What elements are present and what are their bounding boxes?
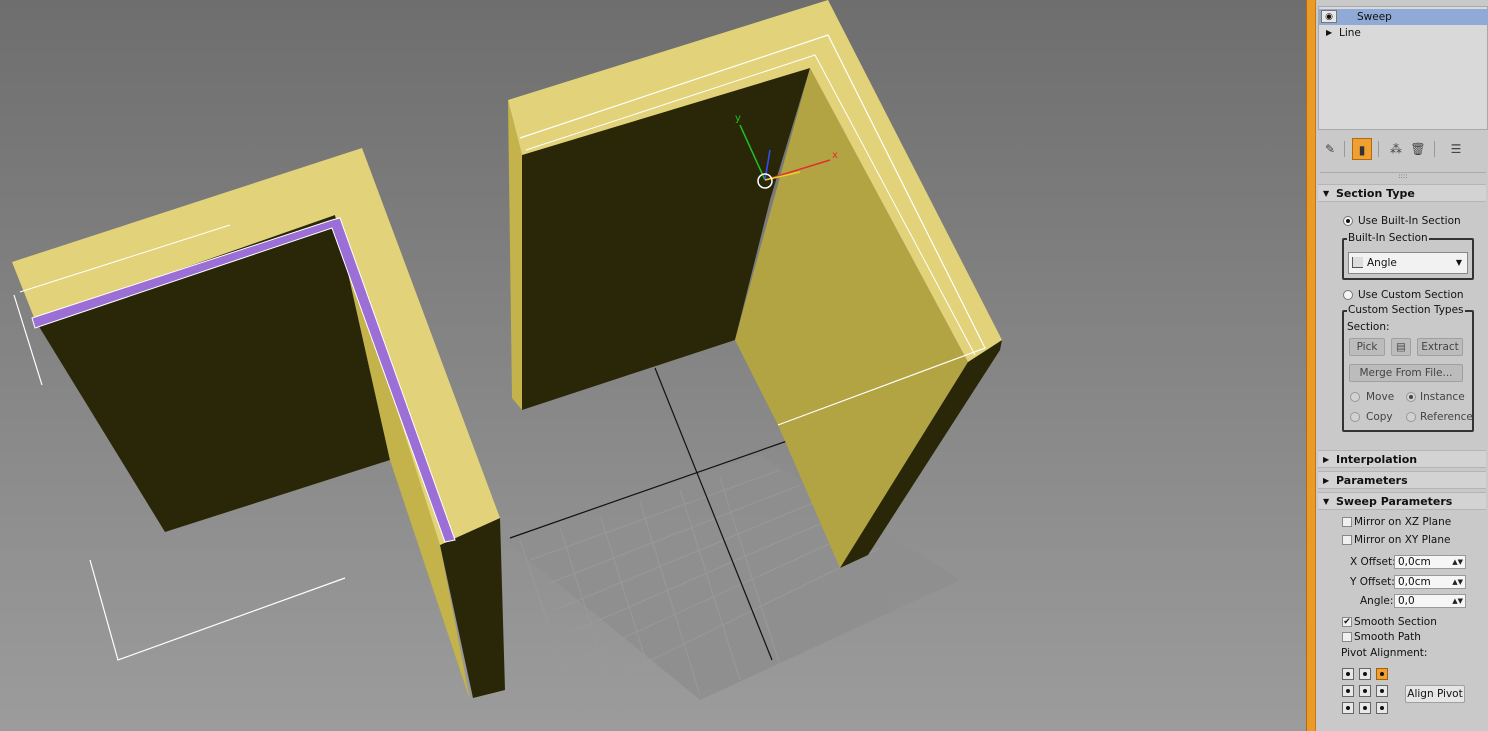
reference-label: Reference [1420, 411, 1473, 423]
reference-radio[interactable] [1406, 412, 1416, 422]
pivot-alignment-label: Pivot Alignment: [1341, 647, 1428, 659]
pick-button[interactable]: Pick [1349, 338, 1385, 356]
panel-grip[interactable]: :::: [1320, 172, 1486, 180]
use-builtin-section-label: Use Built-In Section [1358, 215, 1461, 227]
builtin-section-dropdown[interactable]: Angle ▼ [1348, 252, 1468, 274]
stack-item-line-label: Line [1339, 27, 1361, 39]
make-unique-icon[interactable]: ⁂ [1386, 138, 1406, 160]
align-pivot-button[interactable]: Align Pivot [1405, 685, 1465, 703]
merge-from-file-button[interactable]: Merge From File... [1349, 364, 1463, 382]
left-wall-path-outline-2 [89, 559, 346, 661]
y-offset-value: 0,0cm [1398, 576, 1431, 588]
command-panel: ◉ Sweep ▶ Line ✎ ▮ ⁂ 🗑 ☰ :::: ▼ Section … [1316, 0, 1488, 731]
pivot-bottom-left[interactable] [1342, 702, 1354, 714]
pivot-top-right[interactable] [1376, 668, 1388, 680]
rollout-section-type-title: Section Type [1336, 187, 1415, 200]
instance-radio[interactable] [1406, 392, 1416, 402]
spinner-arrows-icon[interactable]: ▲▼ [1452, 556, 1463, 568]
chevron-down-icon: ▼ [1455, 258, 1462, 267]
configure-modifier-sets-icon[interactable]: ☰ [1446, 138, 1466, 160]
rollout-parameters-title: Parameters [1336, 474, 1408, 487]
copy-label: Copy [1366, 411, 1393, 423]
angle-label: Angle: [1360, 595, 1394, 607]
move-radio[interactable] [1350, 392, 1360, 402]
mirror-xz-checkbox[interactable] [1342, 517, 1352, 527]
pivot-middle-right[interactable] [1376, 685, 1388, 697]
builtin-section-group-title: Built-In Section [1347, 232, 1429, 244]
rollout-section-type[interactable]: ▼ Section Type [1318, 184, 1486, 202]
angle-section-icon [1352, 257, 1363, 268]
rollout-interpolation-title: Interpolation [1336, 453, 1418, 466]
move-label: Move [1366, 391, 1395, 403]
use-custom-section-radio[interactable] [1343, 290, 1353, 300]
stack-item-line[interactable]: ▶ Line [1319, 25, 1488, 41]
rollout-parameters[interactable]: ▶ Parameters [1318, 471, 1486, 489]
smooth-section-label: Smooth Section [1354, 616, 1437, 628]
instance-label: Instance [1420, 391, 1465, 403]
3d-viewport[interactable]: y x [0, 0, 1306, 731]
smooth-path-label: Smooth Path [1354, 631, 1421, 643]
spinner-arrows-icon[interactable]: ▲▼ [1452, 595, 1463, 607]
use-builtin-section-radio[interactable] [1343, 216, 1353, 226]
stack-item-sweep[interactable]: ◉ Sweep [1319, 9, 1488, 25]
pivot-alignment-grid [1342, 668, 1392, 718]
smooth-section-checkbox[interactable]: ✔ [1342, 617, 1352, 627]
section-list-icon[interactable]: ▤ [1391, 338, 1411, 356]
left-wall-object[interactable] [12, 148, 505, 700]
viewport-panel-divider[interactable] [1306, 0, 1316, 731]
rollout-sweep-parameters[interactable]: ▼ Sweep Parameters [1318, 492, 1486, 510]
y-offset-spinner[interactable]: 0,0cm ▲▼ [1394, 575, 1466, 589]
spinner-arrows-icon[interactable]: ▲▼ [1452, 576, 1463, 588]
extract-button[interactable]: Extract [1417, 338, 1463, 356]
custom-section-types-title: Custom Section Types [1347, 304, 1465, 316]
remove-modifier-icon[interactable]: 🗑 [1408, 138, 1428, 160]
pivot-top-left[interactable] [1342, 668, 1354, 680]
mirror-xz-label: Mirror on XZ Plane [1354, 516, 1452, 528]
viewport-scene[interactable]: y x [0, 0, 1306, 731]
mirror-xy-label: Mirror on XY Plane [1354, 534, 1451, 546]
toolbar-separator [1378, 141, 1379, 157]
rollout-interpolation[interactable]: ▶ Interpolation [1318, 450, 1486, 468]
smooth-path-checkbox[interactable] [1342, 632, 1352, 642]
rollout-sweep-parameters-title: Sweep Parameters [1336, 495, 1453, 508]
stack-item-sweep-label: Sweep [1357, 11, 1392, 23]
angle-value: 0,0 [1398, 595, 1415, 607]
modifier-stack-list[interactable]: ◉ Sweep ▶ Line [1318, 6, 1488, 130]
eye-icon[interactable]: ◉ [1321, 10, 1337, 23]
mirror-xy-checkbox[interactable] [1342, 535, 1352, 545]
rollout-collapse-icon: ▼ [1323, 497, 1330, 506]
angle-spinner[interactable]: 0,0 ▲▼ [1394, 594, 1466, 608]
show-end-result-icon[interactable]: ▮ [1352, 138, 1372, 160]
rollout-expand-icon: ▶ [1323, 455, 1330, 464]
gizmo-y-label: y [735, 113, 741, 124]
pivot-middle-left[interactable] [1342, 685, 1354, 697]
gizmo-x-label: x [832, 150, 838, 161]
custom-section-types-group: Custom Section Types Section: Pick ▤ Ext… [1342, 304, 1474, 432]
x-offset-label: X Offset: [1350, 556, 1396, 568]
pivot-bottom-right[interactable] [1376, 702, 1388, 714]
x-offset-value: 0,0cm [1398, 556, 1431, 568]
expand-arrow-icon[interactable]: ▶ [1326, 25, 1332, 41]
y-offset-label: Y Offset: [1350, 576, 1395, 588]
toolbar-separator [1434, 141, 1435, 157]
toolbar-separator [1344, 141, 1345, 157]
rollout-collapse-icon: ▼ [1323, 189, 1330, 198]
stack-toolbar: ✎ ▮ ⁂ 🗑 ☰ [1320, 138, 1486, 160]
pivot-center[interactable] [1359, 685, 1371, 697]
pivot-bottom-center[interactable] [1359, 702, 1371, 714]
use-custom-section-label: Use Custom Section [1358, 289, 1464, 301]
builtin-section-group: Built-In Section Angle ▼ [1342, 232, 1474, 280]
pivot-top-center[interactable] [1359, 668, 1371, 680]
builtin-section-selected: Angle [1367, 257, 1397, 269]
copy-radio[interactable] [1350, 412, 1360, 422]
rollout-expand-icon: ▶ [1323, 476, 1330, 485]
section-label: Section: [1347, 321, 1390, 333]
pin-stack-icon[interactable]: ✎ [1320, 138, 1340, 160]
x-offset-spinner[interactable]: 0,0cm ▲▼ [1394, 555, 1466, 569]
